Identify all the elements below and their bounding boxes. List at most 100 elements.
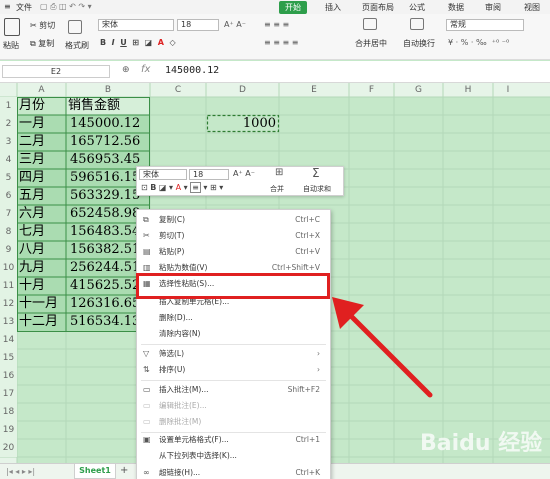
amount-cell[interactable]: 145000.12: [70, 115, 149, 133]
paste-button[interactable]: 粘贴: [3, 40, 19, 51]
tab-view[interactable]: 视图: [524, 2, 540, 13]
row-header[interactable]: 5: [0, 169, 17, 187]
wrap-text-button[interactable]: 自动换行: [403, 38, 435, 49]
merge-icon[interactable]: [363, 18, 377, 30]
row-header[interactable]: 6: [0, 187, 17, 205]
copy-button[interactable]: ⧉ 复制: [30, 38, 54, 49]
row-header[interactable]: 19: [0, 421, 17, 439]
font-size-select[interactable]: 18: [177, 19, 219, 31]
row-header[interactable]: 2: [0, 115, 17, 133]
font-grow-shrink-buttons[interactable]: A⁺ A⁻: [224, 20, 246, 29]
copied-cell[interactable]: 1000: [208, 115, 276, 133]
tab-page-layout[interactable]: 页面布局: [362, 2, 394, 13]
cut-button[interactable]: ✂ 剪切: [30, 20, 55, 31]
merge-icon[interactable]: ⊞: [275, 167, 283, 178]
month-cell[interactable]: 八月: [19, 241, 65, 259]
column-header-g[interactable]: G: [394, 83, 443, 97]
tab-home[interactable]: 开始: [279, 1, 307, 14]
sigma-icon[interactable]: Σ: [312, 166, 320, 180]
column-header-f[interactable]: F: [349, 83, 394, 97]
tab-data[interactable]: 数据: [448, 2, 464, 13]
sheet-tab-sheet1[interactable]: Sheet1: [74, 464, 116, 479]
menu-item-copy[interactable]: ⧉ 复制(C) Ctrl+C: [137, 212, 330, 228]
month-cell[interactable]: 一月: [19, 115, 65, 133]
font-name-select[interactable]: 宋体: [98, 19, 174, 31]
mini-font-grow-shrink[interactable]: A⁺ A⁻: [233, 169, 255, 178]
sheet-nav-arrows[interactable]: |◂ ◂ ▸ ▸|: [6, 467, 35, 476]
menu-item-clear-contents[interactable]: 清除内容(N): [137, 326, 330, 342]
row-header[interactable]: 13: [0, 313, 17, 331]
column-header-h[interactable]: H: [443, 83, 493, 97]
zoom-icon[interactable]: ⊕: [122, 65, 130, 75]
row-header[interactable]: 15: [0, 349, 17, 367]
merge-center-button[interactable]: 合并居中: [355, 38, 387, 49]
align-top-buttons[interactable]: ≡ ≡ ≡: [264, 20, 289, 29]
menu-item-sort[interactable]: ⇅ 排序(U) ›: [137, 362, 330, 378]
month-cell[interactable]: 十一月: [19, 295, 65, 313]
row-header[interactable]: 12: [0, 295, 17, 313]
month-cell[interactable]: 十月: [19, 277, 65, 295]
row-header[interactable]: 9: [0, 241, 17, 259]
menu-item-hyperlink[interactable]: ∞ 超链接(H)... Ctrl+K: [137, 465, 330, 479]
row-header[interactable]: 10: [0, 259, 17, 277]
tab-formulas[interactable]: 公式: [409, 2, 425, 13]
number-format-select[interactable]: 常规: [446, 19, 524, 31]
column-header-a[interactable]: A: [17, 83, 66, 97]
mini-font-size-select[interactable]: 18: [189, 169, 229, 180]
month-cell[interactable]: 四月: [19, 169, 65, 187]
mini-font-name-select[interactable]: 宋体: [139, 169, 187, 180]
row-header[interactable]: 18: [0, 403, 17, 421]
font-style-buttons[interactable]: B I U ⊞ ◪ A ◇: [100, 38, 176, 47]
column-header-i[interactable]: I: [493, 83, 523, 97]
menu-item-pick-from-list[interactable]: 从下拉列表中选择(K)...: [137, 448, 330, 464]
month-cell[interactable]: 二月: [19, 133, 65, 151]
month-cell[interactable]: 五月: [19, 187, 65, 205]
row-header[interactable]: 17: [0, 385, 17, 403]
row-header[interactable]: 11: [0, 277, 17, 295]
menu-file[interactable]: 文件: [16, 2, 32, 13]
fx-label[interactable]: fx: [141, 64, 150, 75]
month-cell[interactable]: 十二月: [19, 313, 65, 331]
number-format-buttons[interactable]: ¥ · % · ‰ ⁺⁰ ⁻⁰: [448, 38, 509, 47]
menu-icon[interactable]: ≡: [4, 2, 11, 11]
row-header[interactable]: 8: [0, 223, 17, 241]
amount-cell[interactable]: 165712.56: [70, 133, 149, 151]
align-buttons[interactable]: ≡ ≡ ≡ ≡: [264, 38, 298, 47]
month-cell[interactable]: 七月: [19, 223, 65, 241]
header-cell-month[interactable]: 月份: [19, 97, 65, 115]
row-header[interactable]: 16: [0, 367, 17, 385]
tab-insert[interactable]: 插入: [325, 2, 341, 13]
format-painter-button[interactable]: 格式刷: [65, 40, 89, 51]
menu-item-format-cells[interactable]: ▣ 设置单元格格式(F)... Ctrl+1: [137, 432, 330, 448]
menu-item-cut[interactable]: ✂ 剪切(T) Ctrl+X: [137, 228, 330, 244]
row-header[interactable]: 1: [0, 97, 17, 115]
formula-input[interactable]: 145000.12: [165, 65, 219, 76]
row-header[interactable]: 3: [0, 133, 17, 151]
column-header-c[interactable]: C: [150, 83, 206, 97]
menu-item-filter[interactable]: ▽ 筛选(L) ›: [137, 346, 330, 362]
row-header[interactable]: 7: [0, 205, 17, 223]
mini-format-buttons[interactable]: ⊡ B ◪ ▾ A ▾ ≡ ▾ ⊞ ▾: [141, 182, 223, 193]
row-header[interactable]: 20: [0, 439, 17, 457]
add-sheet-button[interactable]: +: [120, 465, 128, 476]
month-cell[interactable]: 三月: [19, 151, 65, 169]
mini-autosum-button[interactable]: 自动求和: [303, 184, 331, 194]
row-header[interactable]: 4: [0, 151, 17, 169]
row-header[interactable]: 14: [0, 331, 17, 349]
month-cell[interactable]: 九月: [19, 259, 65, 277]
quick-access-icons[interactable]: ▢ ⎙ ◫ ↶ ↷ ▾: [40, 2, 92, 12]
format-painter-icon[interactable]: [68, 20, 82, 34]
column-header-e[interactable]: E: [279, 83, 349, 97]
column-header-d[interactable]: D: [206, 83, 279, 97]
wrap-icon[interactable]: [410, 18, 424, 30]
menu-item-paste[interactable]: ▤ 粘贴(P) Ctrl+V: [137, 244, 330, 260]
tab-review[interactable]: 审阅: [485, 2, 501, 13]
menu-item-insert-comment[interactable]: ▭ 插入批注(M)... Shift+F2: [137, 382, 330, 398]
month-cell[interactable]: 六月: [19, 205, 65, 223]
mini-merge-button[interactable]: 合并: [270, 184, 284, 194]
name-box[interactable]: E2: [2, 65, 110, 78]
paste-icon[interactable]: [4, 18, 20, 36]
header-cell-amount[interactable]: 销售金额: [68, 97, 150, 115]
menu-item-delete[interactable]: 删除(D)...: [137, 310, 330, 326]
column-header-b[interactable]: B: [66, 83, 150, 97]
